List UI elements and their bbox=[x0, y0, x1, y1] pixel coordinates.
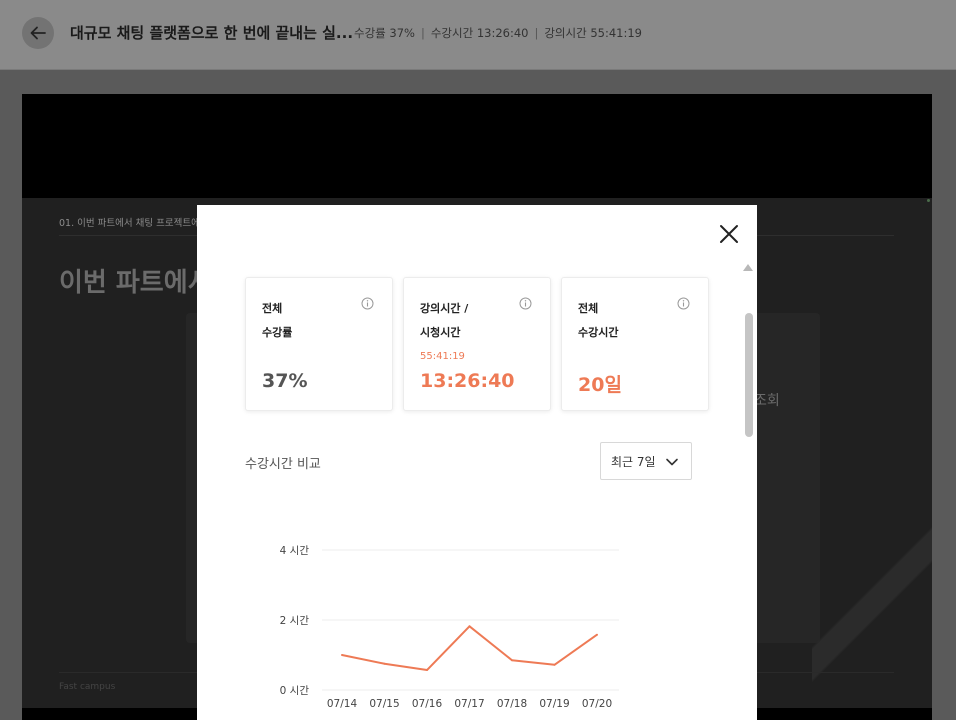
indicator-dot bbox=[927, 199, 930, 202]
scroll-up-arrow[interactable] bbox=[743, 264, 753, 271]
lecture-time-text: 강의시간 55:41:19 bbox=[544, 26, 642, 40]
card-label: 강의시간 / 시청시간 bbox=[420, 297, 520, 345]
close-icon bbox=[720, 225, 738, 243]
stat-card-progress: 전체 수강률 37% bbox=[245, 277, 393, 411]
period-select-value: 최근 7일 bbox=[611, 454, 656, 469]
back-button[interactable] bbox=[22, 17, 54, 49]
info-icon[interactable] bbox=[677, 297, 690, 310]
progress-text: 수강률 37% bbox=[354, 26, 415, 40]
stat-card-days: 전체 수강시간 20일 bbox=[561, 277, 709, 411]
card-label-line: 수강률 bbox=[262, 326, 293, 339]
period-select[interactable]: 최근 7일 bbox=[600, 442, 692, 480]
data-point bbox=[596, 633, 598, 636]
x-tick-label: 07/16 bbox=[412, 698, 443, 710]
divider: | bbox=[420, 26, 425, 40]
slide-breadcrumb: 01. 이번 파트에서 채팅 프로젝트에 bbox=[59, 218, 200, 229]
card-label-line: 강의시간 / bbox=[420, 302, 469, 315]
lecture-header: 대규모 채팅 플랫폼으로 한 번에 끝내는 실... 수강률 37% | 수강시간 … bbox=[0, 0, 956, 70]
slide-heading: 이번 파트에서 bbox=[59, 268, 212, 298]
brand-logo: Fast campus bbox=[59, 682, 116, 692]
info-icon[interactable] bbox=[519, 297, 532, 310]
y-tick-label: 0 시간 bbox=[280, 685, 310, 697]
data-point bbox=[511, 659, 513, 662]
slide-decoration bbox=[812, 498, 932, 708]
card-value: 20일 bbox=[578, 374, 622, 396]
data-point bbox=[383, 662, 386, 665]
watch-time-text: 수강시간 13:26:40 bbox=[430, 26, 529, 40]
card-value: 13:26:40 bbox=[420, 370, 515, 392]
card-label-line: 전체 bbox=[262, 302, 283, 315]
x-tick-label: 07/20 bbox=[582, 698, 612, 710]
close-button[interactable] bbox=[717, 222, 741, 246]
x-tick-label: 07/15 bbox=[369, 698, 399, 710]
card-label-line: 전체 bbox=[578, 302, 599, 315]
y-tick-label: 2 시간 bbox=[280, 615, 310, 627]
card-label-line: 시청시간 bbox=[420, 326, 461, 339]
info-icon[interactable] bbox=[361, 297, 374, 310]
study-stats-modal: 전체 수강률 37% 강의시간 / 시청시간 55:41:19 13:26:40… bbox=[197, 205, 757, 720]
divider: | bbox=[534, 26, 539, 40]
x-tick-label: 07/18 bbox=[497, 698, 527, 710]
data-point bbox=[553, 663, 556, 666]
card-value: 37% bbox=[262, 370, 308, 392]
course-title: 대규모 채팅 플랫폼으로 한 번에 끝내는 실... bbox=[70, 24, 354, 42]
data-point bbox=[468, 625, 471, 628]
x-tick-label: 07/17 bbox=[454, 698, 484, 710]
series-line bbox=[341, 625, 598, 672]
compare-title: 수강시간 비교 bbox=[245, 457, 321, 472]
course-meta: 수강률 37% | 수강시간 13:26:40 | 강의시간 55:41:19 bbox=[354, 25, 642, 41]
chevron-down-icon bbox=[666, 458, 678, 466]
card-label: 전체 수강률 bbox=[262, 297, 362, 345]
x-tick-label: 07/14 bbox=[327, 698, 358, 710]
slide-text: 조회 bbox=[754, 393, 780, 409]
card-subvalue: 55:41:19 bbox=[420, 351, 465, 362]
data-point bbox=[341, 654, 343, 656]
arrow-left-icon bbox=[30, 26, 46, 40]
data-point bbox=[426, 669, 428, 672]
study-time-chart: 0 시간 2 시간 4 시간 07/14 07/15 07/16 07/17 07/18 07/… bbox=[280, 545, 619, 710]
card-label-line: 수강시간 bbox=[578, 326, 619, 339]
x-tick-label: 07/19 bbox=[539, 698, 569, 710]
stat-card-time: 강의시간 / 시청시간 55:41:19 13:26:40 bbox=[403, 277, 551, 411]
scrollbar-thumb[interactable] bbox=[745, 313, 753, 437]
card-label: 전체 수강시간 bbox=[578, 297, 678, 345]
y-tick-label: 4 시간 bbox=[280, 545, 310, 557]
